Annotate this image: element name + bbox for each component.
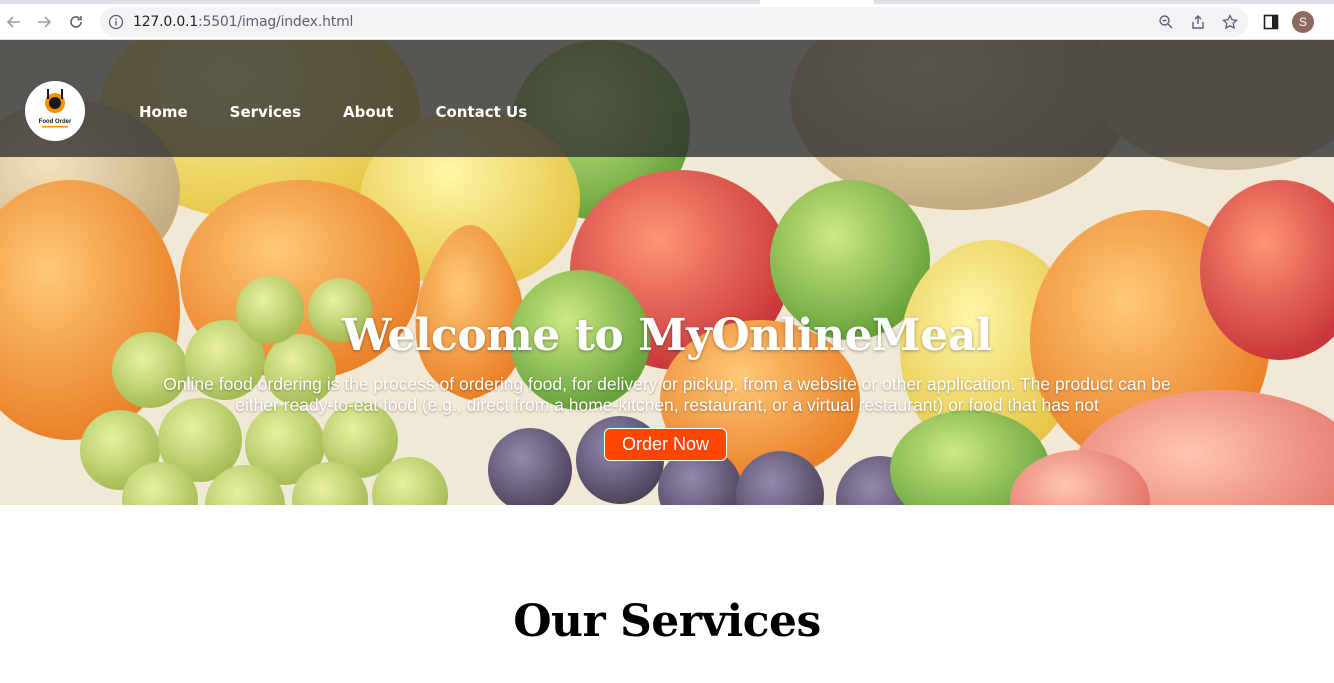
back-button[interactable] [2, 10, 26, 34]
site-logo[interactable]: Food Order [25, 81, 85, 141]
reload-icon [70, 16, 82, 28]
nav-home[interactable]: Home [139, 103, 188, 121]
avatar-letter: S [1298, 15, 1307, 29]
hero-section: Food Order Home Services About Contact U… [0, 40, 1334, 505]
address-bar[interactable]: 127.0.0.1:5501/imag/index.html [100, 7, 1248, 37]
url-host: 127.0.0.1 [133, 14, 198, 30]
logo-text: Food Order [39, 119, 72, 125]
browser-toolbar: 127.0.0.1:5501/imag/index.html S [0, 4, 1334, 40]
main-nav: Home Services About Contact Us [139, 103, 569, 121]
bookmark-star-icon[interactable] [1222, 14, 1238, 30]
site-header: Food Order Home Services About Contact U… [0, 40, 1334, 157]
nav-about[interactable]: About [343, 103, 394, 121]
side-panel-icon[interactable] [1263, 14, 1279, 30]
share-icon[interactable] [1190, 14, 1206, 30]
hero-description: Online food ordering is the process of o… [163, 374, 1171, 415]
nav-contact-us[interactable]: Contact Us [435, 103, 527, 121]
info-icon[interactable] [108, 14, 124, 30]
profile-avatar[interactable]: S [1292, 11, 1314, 33]
food-order-logo-icon: Food Order [39, 89, 72, 128]
zoom-icon[interactable] [1158, 14, 1174, 30]
hero-title: Welcome to MyOnlineMeal [342, 310, 992, 361]
services-heading: Our Services [513, 596, 821, 647]
url-text: 127.0.0.1:5501/imag/index.html [133, 14, 353, 30]
forward-arrow-icon [38, 16, 52, 28]
url-path: :5501/imag/index.html [198, 14, 354, 30]
forward-button[interactable] [32, 10, 56, 34]
order-now-button[interactable]: Order Now [604, 428, 727, 461]
back-arrow-icon [6, 16, 20, 28]
nav-services[interactable]: Services [230, 103, 301, 121]
reload-button[interactable] [64, 10, 88, 34]
